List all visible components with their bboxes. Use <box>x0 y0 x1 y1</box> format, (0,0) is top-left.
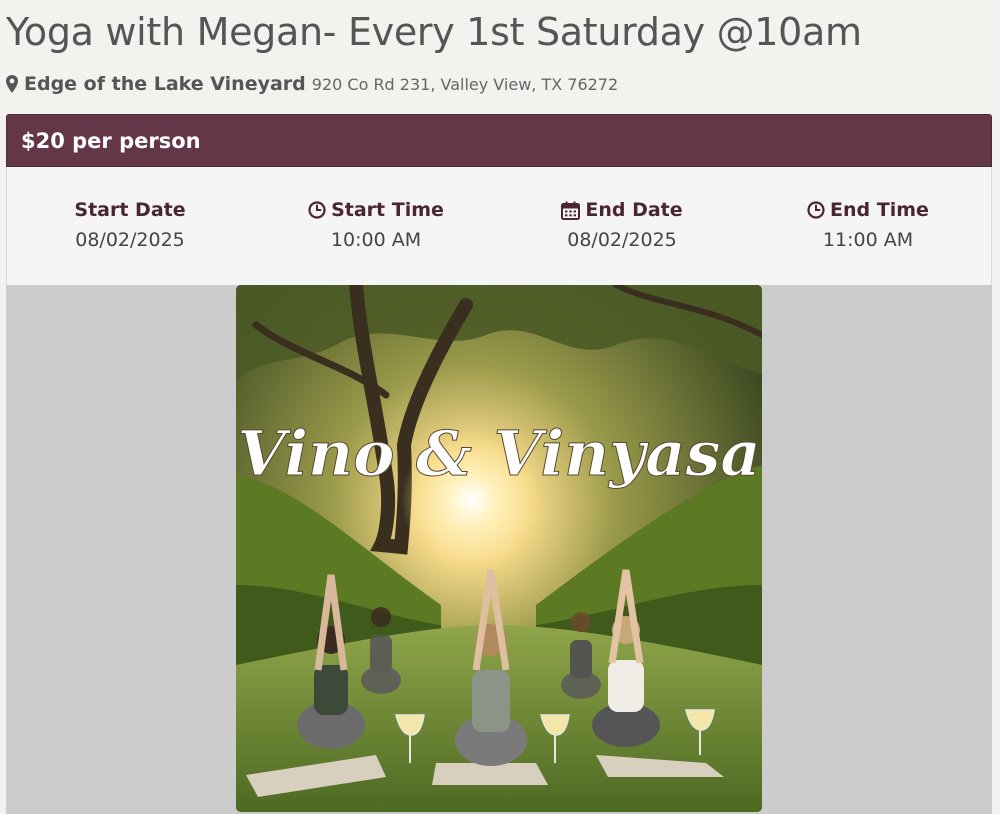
image-lettering: Vino & Vinyasa <box>237 417 760 490</box>
start-date-label: Start Date <box>74 199 186 221</box>
event-title: Yoga with Megan- Every 1st Saturday @10a… <box>6 10 862 54</box>
start-date-block: Start Date 08/02/2025 <box>7 167 253 285</box>
map-marker-icon <box>6 75 18 93</box>
venue-address: 920 Co Rd 231, Valley View, TX 76272 <box>311 74 619 94</box>
end-date-label: End Date <box>585 199 683 221</box>
start-time-label: Start Time <box>331 199 444 221</box>
end-date-value: 08/02/2025 <box>567 229 677 251</box>
event-image-area: Vino & Vinyasa <box>6 285 992 814</box>
event-page: Yoga with Megan- Every 1st Saturday @10a… <box>0 0 1000 814</box>
start-date-value: 08/02/2025 <box>75 229 185 251</box>
clock-icon <box>807 201 825 219</box>
start-time-block: Start Time 10:00 AM <box>253 167 499 285</box>
end-time-block: End Time 11:00 AM <box>745 167 991 285</box>
event-image: Vino & Vinyasa <box>236 285 762 812</box>
end-time-label: End Time <box>830 199 929 221</box>
end-date-block: End Date 08/02/2025 <box>499 167 745 285</box>
venue-name-link[interactable]: Edge of the Lake Vineyard <box>24 73 306 95</box>
event-details-panel: Start Date 08/02/2025 Start Time 10:00 A… <box>6 167 992 285</box>
price-bar: $20 per person <box>6 114 992 167</box>
event-location: Edge of the Lake Vineyard 920 Co Rd 231,… <box>6 73 618 95</box>
price-text: $20 per person <box>21 128 201 153</box>
calendar-icon <box>561 201 581 220</box>
end-time-value: 11:00 AM <box>822 229 914 251</box>
clock-icon <box>308 201 326 219</box>
start-time-value: 10:00 AM <box>330 229 422 251</box>
